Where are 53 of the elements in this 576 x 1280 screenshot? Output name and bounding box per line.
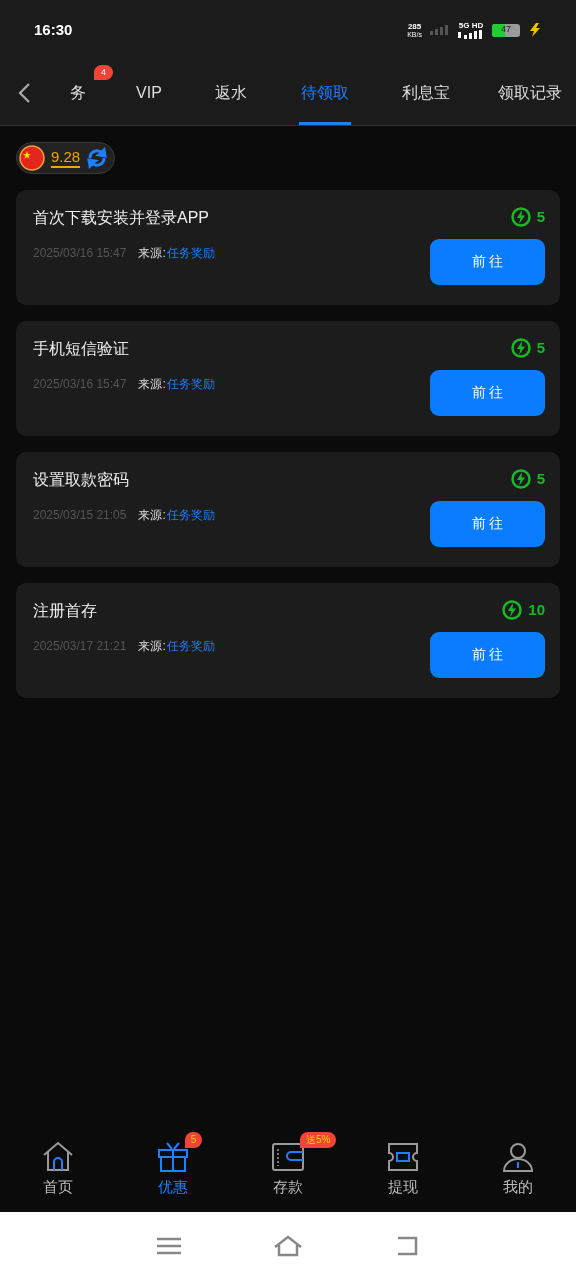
lightning-icon [510,207,531,228]
notification-badge: 5 [184,1132,203,1148]
source-label: 来源: [138,245,166,262]
nav-item[interactable]: 提现 [385,1140,422,1199]
source-text: 任务奖励 [166,507,215,524]
nav-item[interactable]: 首页 [39,1140,76,1199]
back-icon[interactable] [17,81,31,104]
go-button[interactable]: 前 往 [430,238,545,285]
source-text: 任务奖励 [166,376,215,393]
tab[interactable]: 待领取 [299,60,351,125]
reward-amount: 10 [528,600,545,620]
lightning-icon [510,469,531,490]
tab[interactable]: 领取记录 [496,60,564,125]
task-time: 2025/03/16 15:47 [33,376,127,393]
go-button[interactable]: 前 往 [430,500,545,547]
tab[interactable]: 返水 [213,60,249,125]
task-title: 注册首存 [33,601,98,621]
charging-icon [528,23,542,37]
network-speed: 285 [407,22,422,31]
tab[interactable]: VIP [134,60,164,125]
source-label: 来源: [138,638,166,655]
lightning-icon [510,338,531,359]
task-title: 设置取款密码 [33,470,130,490]
signal-icon [458,29,484,39]
reward-amount: 5 [536,469,545,489]
balance-amount: 9.28 [51,147,81,169]
source-label: 来源: [138,507,166,524]
source-text: 任务奖励 [166,638,215,655]
go-button[interactable]: 前 往 [430,369,545,416]
nav-item[interactable]: 我的 [500,1140,537,1199]
flag-icon [19,145,45,171]
task-title: 手机短信验证 [33,339,130,359]
refresh-icon[interactable] [86,147,109,169]
lightning-icon [502,600,523,621]
menu-icon[interactable] [155,1236,182,1256]
notification-badge: 送5% [300,1132,337,1148]
wallet-icon [270,1140,306,1174]
home-icon[interactable] [273,1235,303,1257]
task-time: 2025/03/16 15:47 [33,245,127,262]
task-time: 2025/03/17 21:21 [33,638,127,655]
task-time: 2025/03/15 21:05 [33,507,127,524]
source-text: 任务奖励 [166,245,215,262]
tab[interactable]: 务 [68,60,88,125]
network-label: 5G HD [458,21,484,30]
reward-amount: 5 [536,338,545,358]
notification-badge: 4 [94,65,113,80]
go-button[interactable]: 前 往 [430,631,545,678]
tab[interactable]: 利息宝 [400,60,452,125]
status-time: 16:30 [34,19,73,40]
task-title: 首次下载安装并登录APP [33,208,210,228]
signal-icon [430,25,450,35]
source-label: 来源: [138,376,166,393]
reward-amount: 5 [536,207,545,227]
